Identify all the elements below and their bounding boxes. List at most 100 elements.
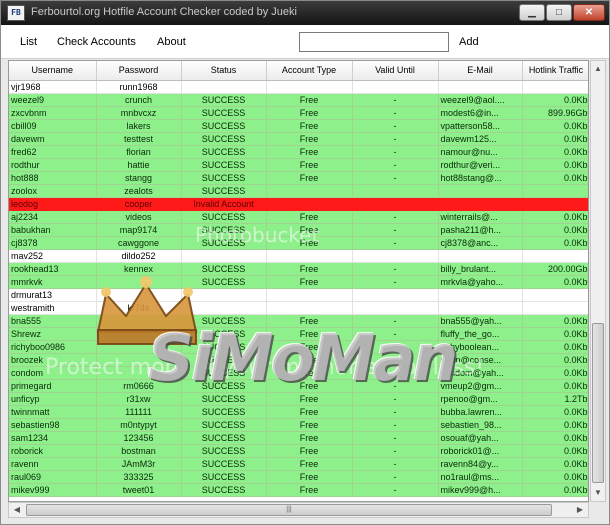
cell-username: hot888 [9,171,97,185]
menu-check-accounts[interactable]: Check Accounts [57,36,136,48]
maximize-button[interactable]: □ [546,4,572,21]
table-row[interactable]: bna555 SUCCESS Free - bna555@yah... 0.0Kb [9,314,588,328]
cell-hotlink-traffic: 0.0Kb [522,145,588,159]
table-row[interactable]: zoolox zealots SUCCESS [9,184,588,198]
table-row[interactable]: mmrkvk SUCCESS Free - mrkvla@yaho... 0.0Kb [9,275,588,289]
menu-about[interactable]: About [157,36,186,48]
table-row[interactable]: vjr1968 runn1968 [9,80,588,94]
table-row[interactable]: sebastien98 m0ntypyt SUCCESS Free - sebastien… [9,418,588,432]
scroll-up-icon[interactable]: ▲ [591,61,605,77]
cell-valid-until: - [352,418,439,432]
cell-username: Shrewz [9,327,97,341]
add-button[interactable]: Add [459,36,479,48]
table-row[interactable]: westramith kr74s [9,301,588,315]
cell-hotlink-traffic: 0.0Kb [522,158,588,172]
table-row[interactable]: ravenn JAmM3r SUCCESS Free - ravenn84@y... 0.0… [9,457,588,471]
horizontal-scroll-thumb[interactable]: ||| [26,504,552,516]
cell-status: SUCCESS [181,93,267,107]
cell-account-type [266,80,353,94]
cell-username: babukhan [9,223,97,237]
table-row[interactable]: broozek SUCCESS Free - ndun@conse... 0.0Kb [9,353,588,367]
cell-hotlink-traffic: 0.0Kb [522,132,588,146]
cell-username: zxcvbnm [9,106,97,120]
table-row[interactable]: roborick bostman SUCCESS Free - roborick01@..… [9,444,588,458]
minimize-button[interactable]: ▁ [519,4,545,21]
column-header-email[interactable]: E-Mail [438,61,523,81]
table-row[interactable]: zxcvbnm mnbvcxz SUCCESS Free - modest6@in... 8… [9,106,588,120]
cell-hotlink-traffic: 0.0Kb [522,93,588,107]
table-row[interactable]: babukhan map9174 SUCCESS Free - pasha211@h...… [9,223,588,237]
table-row[interactable]: rodthur hattie SUCCESS Free - rodthur@veri...… [9,158,588,172]
table-row[interactable]: primegard rm0666 SUCCESS Free - vmeup2@gm... 0… [9,379,588,393]
cell-username: weezel9 [9,93,97,107]
cell-password: lakers [96,119,182,133]
horizontal-scrollbar[interactable]: ◀ ||| ▶ [8,502,589,518]
table-row[interactable]: richyboo0986 SUCCESS Free - richyboolean... 0… [9,340,588,354]
table-row[interactable]: drmurat13 [9,288,588,302]
table-row[interactable]: leodog cooper Invalid Account [9,197,588,211]
scroll-left-icon[interactable]: ◀ [9,503,25,517]
cell-username: fred62 [9,145,97,159]
table-row[interactable]: hot888 stangg SUCCESS Free - hot88stang@... 0.… [9,171,588,185]
scroll-down-icon[interactable]: ▼ [591,485,605,501]
cell-hotlink-traffic: 0.0Kb [522,236,588,250]
column-header-valid-until[interactable]: Valid Until [352,61,439,81]
table-row[interactable]: Shrewz SUCCESS Free - fluffy_the_go... 0.0Kb [9,327,588,341]
add-account-input[interactable] [299,32,449,52]
cell-status: SUCCESS [181,210,267,224]
table-row[interactable]: unficyp r31xw SUCCESS Free - rpenoo@gm... 1.2T… [9,392,588,406]
cell-status [181,288,267,302]
table-row[interactable]: cj8378 cawggone SUCCESS Free - cj8378@anc... 0… [9,236,588,250]
cell-password: mnbvcxz [96,106,182,120]
cell-hotlink-traffic [522,301,588,315]
cell-account-type: Free [266,314,353,328]
column-header-status[interactable]: Status [181,61,267,81]
table-row[interactable]: sam1234 123456 SUCCESS Free - osouaf@yah... 0.… [9,431,588,445]
table-row[interactable]: twinnmatt 111111 SUCCESS Free - bubba.lawren.… [9,405,588,419]
table-row[interactable]: mikev999 tweet01 SUCCESS Free - mikev999@h...… [9,483,588,497]
cell-email: vmeup2@gm... [438,379,523,393]
cell-username: primegard [9,379,97,393]
vertical-scroll-thumb[interactable] [592,323,604,483]
column-header-account-type[interactable]: Account Type [266,61,353,81]
cell-status [181,301,267,315]
table-row[interactable]: raul069 333325 SUCCESS Free - no1raul@ms... 0.… [9,470,588,484]
column-header-password[interactable]: Password [96,61,182,81]
scroll-right-icon[interactable]: ▶ [572,503,588,517]
menu-list[interactable]: List [20,36,37,48]
cell-email: namour@nu... [438,145,523,159]
cell-account-type: Free [266,392,353,406]
cell-username: cj8378 [9,236,97,250]
cell-account-type: Free [266,457,353,471]
cell-password [96,327,182,341]
cell-password: map9174 [96,223,182,237]
column-header-hotlink-traffic[interactable]: Hotlink Traffic [522,61,588,81]
table-row[interactable]: mav252 dildo252 [9,249,588,263]
table-row[interactable]: rookhead13 kennex SUCCESS Free - billy_brulan… [9,262,588,276]
cell-email: bubba.lawren... [438,405,523,419]
column-header-username[interactable]: Username [9,61,97,81]
table-row[interactable]: weezel9 crunch SUCCESS Free - weezel9@aol....… [9,93,588,107]
table-row[interactable]: fred62 florian SUCCESS Free - namour@nu... 0.0… [9,145,588,159]
cell-email: cj8378@anc... [438,236,523,250]
cell-email: ndun@conse... [438,353,523,367]
cell-email [438,197,523,211]
cell-valid-until: - [352,158,439,172]
cell-valid-until: - [352,340,439,354]
cell-status: SUCCESS [181,314,267,328]
cell-email: ravenn84@y... [438,457,523,471]
table-row[interactable]: aj2234 videos SUCCESS Free - winterrails@... 0… [9,210,588,224]
vertical-scrollbar[interactable]: ▲ ▼ [590,60,606,502]
cell-valid-until: - [352,457,439,471]
cell-hotlink-traffic [522,197,588,211]
table-row[interactable]: davewm testtest SUCCESS Free - davewm125... 0.… [9,132,588,146]
cell-status: Invalid Account [181,197,267,211]
cell-password: rm0666 [96,379,182,393]
table-row[interactable]: cbill09 lakers SUCCESS Free - vpatterson58...… [9,119,588,133]
cell-valid-until: - [352,431,439,445]
table-row[interactable]: condom SUCCESS Free - condom@yah... 0.0Kb [9,366,588,380]
cell-password: videos [96,210,182,224]
close-button[interactable]: ✕ [573,4,605,21]
title-bar[interactable]: FB Ferbourtol.org Hotfile Account Checke… [1,1,609,25]
cell-account-type: Free [266,132,353,146]
